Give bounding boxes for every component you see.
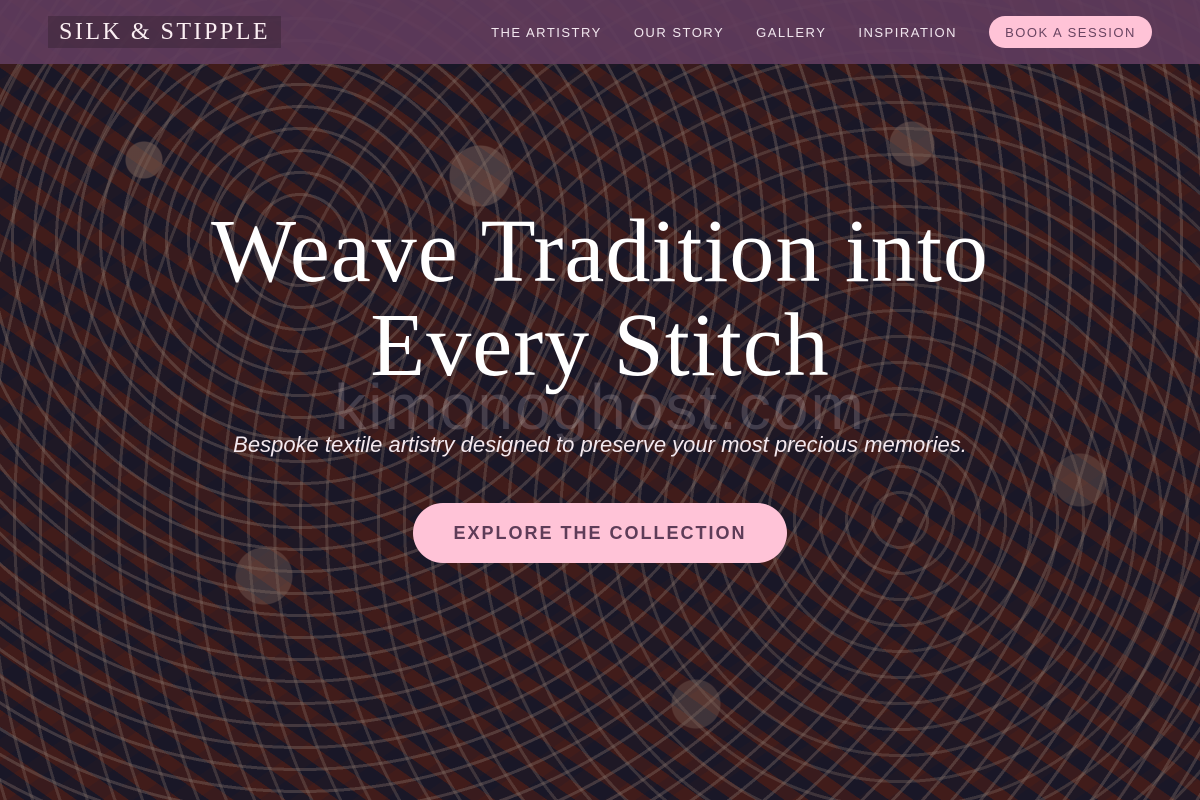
hero-content: Weave Tradition into Every Stitch Bespok… xyxy=(0,205,1200,563)
site-logo[interactable]: SILK & STIPPLE xyxy=(48,16,282,48)
nav-link-inspiration[interactable]: INSPIRATION xyxy=(858,25,957,40)
explore-collection-button[interactable]: EXPLORE THE COLLECTION xyxy=(413,503,787,563)
hero-section: SILK & STIPPLE THE ARTISTRY OUR STORY GA… xyxy=(0,0,1200,800)
navbar: SILK & STIPPLE THE ARTISTRY OUR STORY GA… xyxy=(0,0,1200,64)
nav-link-our-story[interactable]: OUR STORY xyxy=(634,25,724,40)
nav-link-the-artistry[interactable]: THE ARTISTRY xyxy=(491,25,602,40)
hero-subtitle: Bespoke textile artistry designed to pre… xyxy=(233,432,967,457)
book-session-button[interactable]: BOOK A SESSION xyxy=(989,16,1152,48)
main-nav: THE ARTISTRY OUR STORY GALLERY INSPIRATI… xyxy=(491,16,1152,48)
hero-title-line-1: Weave Tradition into xyxy=(211,202,989,301)
hero-title: Weave Tradition into Every Stitch xyxy=(0,205,1200,393)
nav-link-gallery[interactable]: GALLERY xyxy=(756,25,826,40)
hero-title-line-2: Every Stitch xyxy=(370,296,830,395)
